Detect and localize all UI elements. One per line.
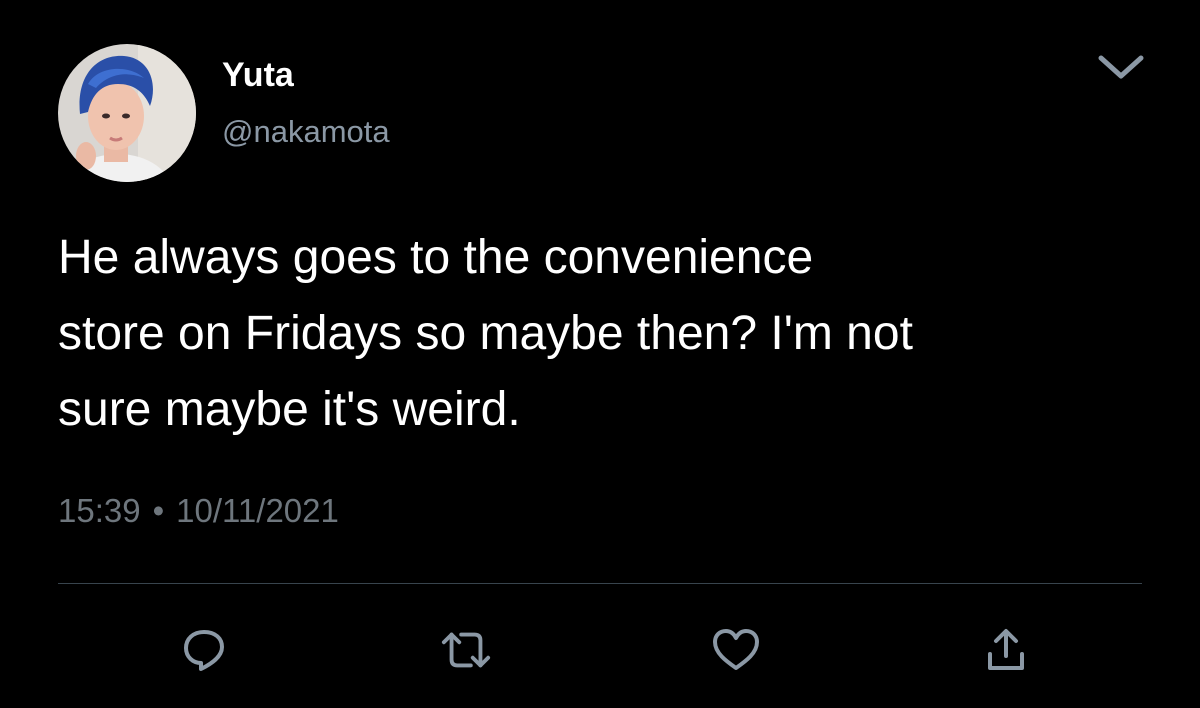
reply-button[interactable] <box>178 624 230 676</box>
avatar[interactable] <box>58 44 196 182</box>
user-handle[interactable]: @nakamota <box>222 114 390 150</box>
tweet-date: 10/11/2021 <box>176 492 339 529</box>
reply-icon <box>184 630 224 671</box>
tweet-time: 15:39 <box>58 492 141 529</box>
share-button[interactable] <box>980 624 1032 676</box>
separator-dot: • <box>152 492 165 529</box>
like-icon <box>713 629 759 670</box>
tweet-text: He always goes to the convenience store … <box>58 231 913 436</box>
profile-photo <box>58 44 196 182</box>
display-name[interactable]: Yuta <box>222 56 294 95</box>
retweet-button[interactable] <box>440 624 492 676</box>
share-icon <box>988 629 1024 670</box>
divider <box>58 583 1142 584</box>
tweet-timestamp[interactable]: 15:39 • 10/11/2021 <box>58 492 339 530</box>
tweet: Yuta @nakamota He always goes to the con… <box>0 0 1200 708</box>
chevron-down-icon[interactable] <box>1092 46 1150 90</box>
like-button[interactable] <box>710 624 762 676</box>
retweet-icon <box>441 632 491 668</box>
